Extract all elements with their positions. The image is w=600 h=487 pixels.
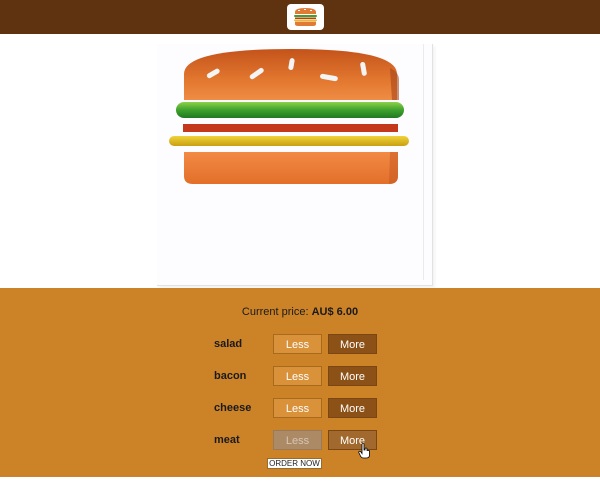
bread-top: [184, 49, 399, 100]
less-bacon-button[interactable]: Less: [273, 366, 322, 386]
more-cheese-button[interactable]: More: [328, 398, 377, 418]
burger-builder-area: [0, 34, 600, 288]
ingredient-label: bacon: [214, 370, 247, 382]
burger-logo[interactable]: [287, 4, 324, 30]
page-footer-strip: [0, 477, 600, 487]
burger-graphic: [169, 49, 409, 184]
cheese-layer: [169, 136, 409, 146]
ingredient-label: meat: [214, 434, 240, 446]
order-now-button[interactable]: ORDER NOW: [267, 458, 322, 469]
price-label: Current price:: [241, 306, 309, 318]
salad-layer: [176, 102, 404, 118]
current-price: Current price: AU$ 6.00: [0, 306, 600, 318]
hand-cursor-icon: [358, 443, 370, 459]
build-controls: Current price: AU$ 6.00 salad Less More …: [0, 288, 600, 477]
bacon-layer: [183, 124, 398, 132]
toolbar: [0, 0, 600, 34]
bread-bottom: [184, 152, 398, 184]
more-bacon-button[interactable]: More: [328, 366, 377, 386]
price-value: AU$ 6.00: [311, 306, 359, 318]
burger-preview: [157, 44, 433, 286]
ingredient-label: cheese: [214, 402, 252, 414]
ingredient-label: salad: [214, 338, 243, 350]
burger-logo-icon: [294, 8, 317, 26]
more-salad-button[interactable]: More: [328, 334, 377, 354]
less-cheese-button[interactable]: Less: [273, 398, 322, 418]
less-salad-button[interactable]: Less: [273, 334, 322, 354]
less-meat-button[interactable]: Less: [273, 430, 322, 450]
